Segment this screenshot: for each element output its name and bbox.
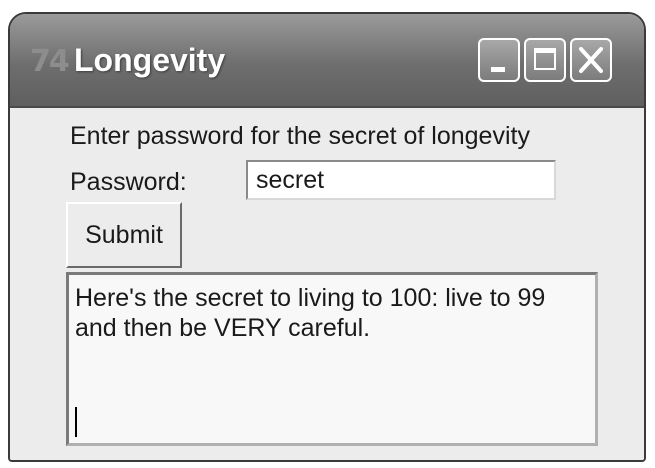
password-input[interactable] [246,160,556,200]
password-label: Password: [70,168,187,196]
output-text: Here's the secret to living to 100: live… [75,283,585,343]
close-button[interactable] [570,38,612,82]
client-area: Enter password for the secret of longevi… [10,108,644,460]
close-icon [579,47,603,73]
app-window: 74 Longevity Enter password for the secr… [8,12,646,462]
output-textbox[interactable]: Here's the secret to living to 100: live… [66,272,598,446]
prompt-label: Enter password for the secret of longevi… [70,122,530,150]
tk-feather-icon: 74 [30,44,70,79]
text-caret [75,407,77,437]
minimize-icon [491,67,505,72]
window-title: Longevity [74,42,226,78]
submit-button[interactable]: Submit [66,202,182,268]
output-line: and then be VERY careful. [75,314,371,342]
output-line: Here's the secret to living to 100: live… [75,284,546,312]
title-bar[interactable]: 74 Longevity [10,14,644,108]
maximize-icon [534,48,556,70]
minimize-button[interactable] [478,38,520,82]
maximize-button[interactable] [524,38,566,82]
